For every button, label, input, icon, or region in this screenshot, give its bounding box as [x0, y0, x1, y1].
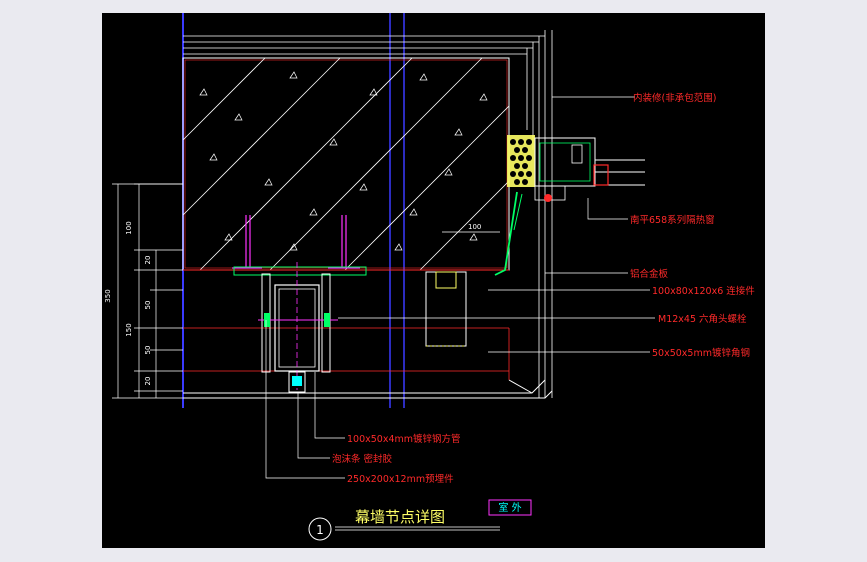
bolt-head-right — [324, 313, 330, 327]
anchor-bolts — [232, 215, 360, 269]
dim-middle: 150 — [125, 323, 133, 336]
label-aluminum-panel: 铝合金板 — [630, 268, 669, 280]
dim-20b: 20 — [144, 377, 152, 386]
outdoor-tag: 室 外 — [498, 501, 521, 514]
bolt-head-left — [264, 313, 270, 327]
drawing-title: 幕墙节点详图 — [355, 508, 445, 526]
cad-drawing-canvas: 内装修(非承包范围) 南平658系列隔热窗 铝合金板 100x80x120x6 … — [102, 13, 765, 548]
detail-number: 1 — [316, 523, 324, 537]
label-square-tube: 100x50x4mm镀锌钢方管 — [347, 433, 461, 445]
dim-total: 350 — [104, 289, 112, 302]
label-bolt: M12x45 六角头螺栓 — [658, 313, 747, 325]
dim-50a: 50 — [144, 301, 152, 310]
aggregate-marks — [199, 71, 488, 251]
label-embed-plate: 250x200x12mm预埋件 — [347, 473, 454, 485]
dim-100: 100 — [468, 223, 481, 231]
dim-upper: 100 — [125, 221, 133, 234]
label-angle-steel: 50x50x5mm镀锌角钢 — [652, 347, 750, 359]
curtain-wall-node-drawing: 内装修(非承包范围) 南平658系列隔热窗 铝合金板 100x80x120x6 … — [104, 13, 755, 541]
angle-steel-box — [425, 271, 467, 347]
label-foam-strip: 泡沫条 密封胶 — [332, 453, 393, 465]
window-frame — [507, 135, 645, 202]
sealant — [292, 376, 302, 386]
label-interior-finish: 内装修(非承包范围) — [633, 92, 716, 104]
dimension-lines — [112, 183, 183, 399]
label-window: 南平658系列隔热窗 — [630, 214, 715, 226]
label-connector: 100x80x120x6 连接件 — [652, 285, 755, 297]
aluminum-panel — [494, 191, 518, 276]
bottom-edge — [183, 379, 553, 399]
dim-20a: 20 — [144, 256, 152, 265]
dim-50b: 50 — [144, 346, 152, 355]
